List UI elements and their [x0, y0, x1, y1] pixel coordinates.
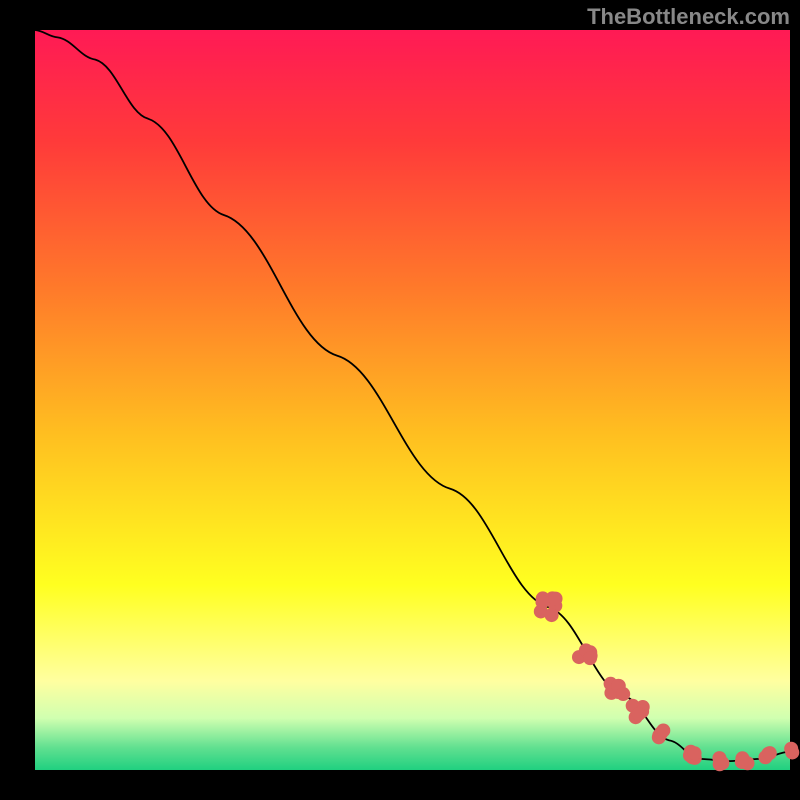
data-point: [656, 723, 670, 737]
data-point: [763, 746, 777, 760]
chart-container: [0, 0, 800, 800]
data-point: [632, 707, 646, 721]
data-point: [688, 746, 702, 760]
data-point: [583, 651, 597, 665]
plot-background: [35, 30, 790, 770]
data-point: [616, 687, 630, 701]
chart-svg: [0, 0, 800, 800]
data-point: [785, 745, 799, 759]
data-point: [549, 592, 563, 606]
data-point: [545, 608, 559, 622]
data-point: [735, 755, 749, 769]
watermark-text: TheBottleneck.com: [587, 4, 790, 30]
data-point: [713, 757, 727, 771]
